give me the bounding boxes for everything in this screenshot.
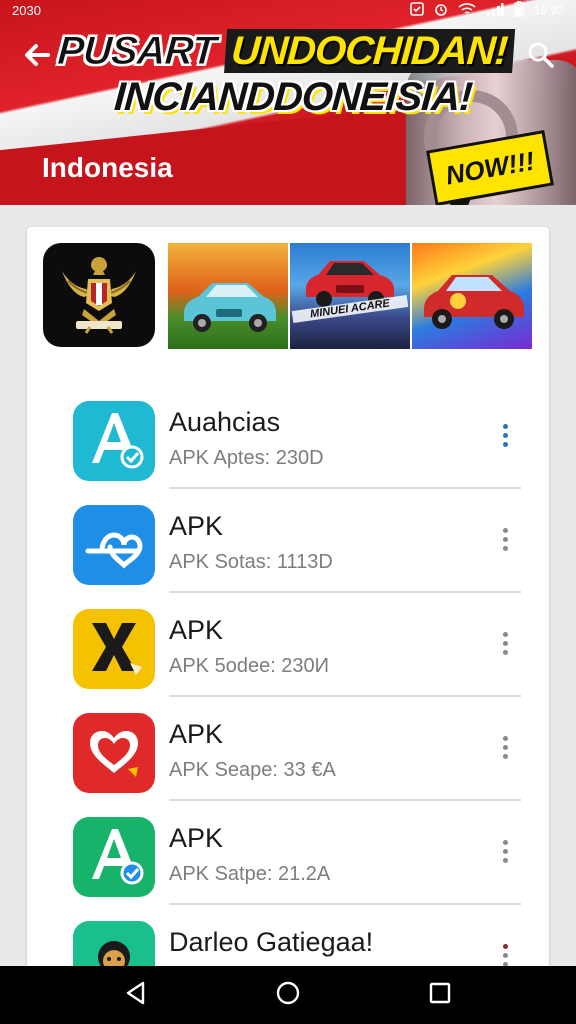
heart-link-icon [82,511,146,580]
more-vert-icon [502,735,508,741]
app-meta: APK Seape: 33 €A [169,759,336,781]
more-options-button[interactable] [493,729,517,765]
letter-a-icon [82,823,146,892]
app-meta: APK Aptes: 230D [169,447,324,469]
more-options-button[interactable] [493,625,517,661]
promo-headline: PUSART UNDOCHIDAN! INCIANDDONEISIA! [53,28,529,120]
battery-icon [514,0,524,20]
list-item[interactable]: Darleo Gatiegaa! [27,905,549,972]
notification-icon [410,1,424,19]
now-badge-label: NOW!!! [443,144,537,191]
triangle-back-icon [123,980,149,1011]
status-right-time: 19:92 [533,3,564,17]
square-recents-icon [428,981,452,1010]
app-icon [73,817,155,897]
garuda-emblem-icon [54,251,144,340]
alarm-icon [434,2,448,19]
headline-word-1: PUSART [56,29,218,74]
app-icon [73,609,155,689]
app-icon [73,401,155,481]
more-vert-icon [502,943,508,949]
list-item[interactable]: APK APK Satpe: 21.2A [27,801,549,905]
app-name: Auahcias [169,407,281,437]
screenshot-1[interactable] [168,243,288,349]
list-item[interactable]: APK APK 5odee: 230И [27,593,549,697]
app-name: Darleo Gatiegaa! [169,927,374,957]
headline-line-2: INCIANDDONEISIA! [112,75,474,119]
status-left-time: 2030 [12,2,41,18]
list-item[interactable]: APK APK Seape: 33 €A [27,697,549,801]
app-icon [73,921,155,972]
car-icon [176,273,282,340]
circle-home-icon [274,979,302,1012]
arrow-left-icon [22,40,52,75]
app-icon [73,505,155,585]
screenshot-strip: MINUEI ACARE [43,241,539,351]
headline-line-1: PUSART UNDOCHIDAN! [56,28,529,74]
app-card: MINUEI ACARE Auahcias APK Aptes: 230D AP… [27,227,549,972]
back-button[interactable] [18,38,56,76]
nav-back-button[interactable] [111,970,161,1020]
more-vert-icon [502,527,508,533]
more-vert-icon [502,631,508,637]
app-name: APK [169,511,224,541]
app-list: Auahcias APK Aptes: 230D APK APK Sotas: … [27,385,549,972]
app-name: APK [169,615,224,645]
app-name: APK [169,719,224,749]
nav-recents-button[interactable] [415,970,465,1020]
letter-a-icon [82,407,146,476]
app-meta: APK 5odee: 230И [169,655,330,677]
more-options-button[interactable] [493,417,517,453]
headline-word-2: UNDOCHIDAN! [223,29,515,73]
status-bar: 2030 19:92 [0,0,576,20]
nav-home-button[interactable] [263,970,313,1020]
screenshot-3[interactable] [412,243,532,349]
screenshot-2[interactable]: MINUEI ACARE [290,243,410,349]
header-banner: 2030 19:92 PUSART UNDOCHIDAN! INCIANDDON… [0,0,576,205]
app-meta: APK Sotas: 1113D [169,551,333,573]
system-nav-bar [0,966,576,1024]
x-logo-icon [82,615,146,684]
more-vert-icon [502,839,508,845]
car-icon [418,265,528,340]
app-name: APK [169,823,224,853]
signal-icon [486,2,504,19]
more-vert-icon [502,423,508,429]
more-options-button[interactable] [493,833,517,869]
wifi-icon [458,2,476,19]
list-item[interactable]: Auahcias APK Aptes: 230D [27,385,549,489]
app-icon [73,713,155,793]
more-options-button[interactable] [493,521,517,557]
search-icon [527,41,555,74]
app-meta: APK Satpe: 21.2A [169,863,331,885]
search-button[interactable] [522,38,560,76]
page-title: Indonesia [42,152,173,183]
garuda-emblem-thumbnail[interactable] [43,243,155,347]
heart-icon [82,719,146,788]
list-item[interactable]: APK APK Sotas: 1113D [27,489,549,593]
